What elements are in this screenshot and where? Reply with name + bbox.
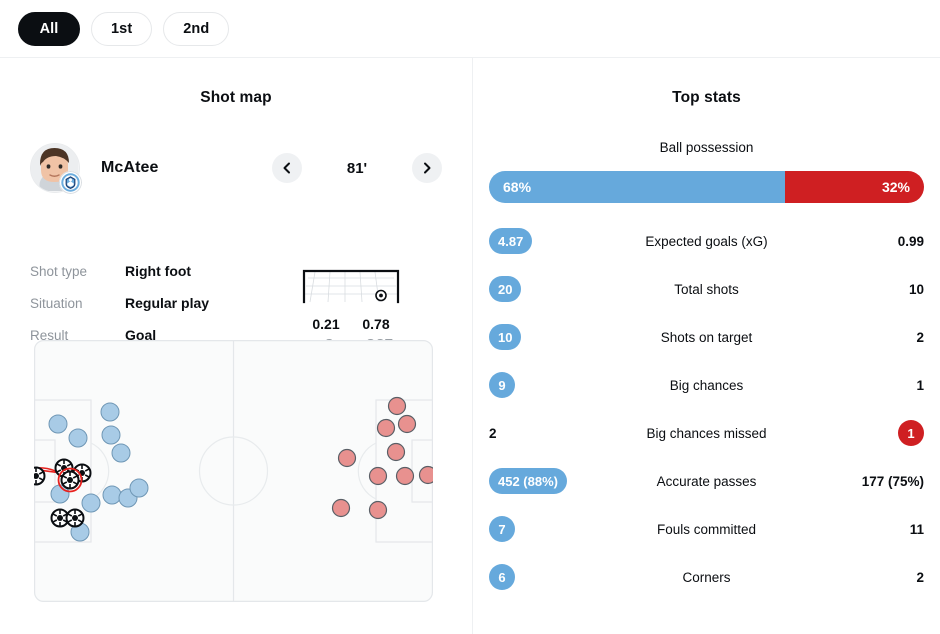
pitch-svg — [26, 340, 438, 602]
stat-row: 7 Fouls committed 11 — [473, 505, 940, 553]
period-filter-tabs: All 1st 2nd — [0, 0, 940, 58]
stat-plain-value: 2 — [916, 569, 924, 585]
stat-home-value: 4.87 — [489, 228, 609, 254]
stat-away-value: 1 — [804, 378, 924, 393]
stat-row: 20 Total shots 10 — [473, 265, 940, 313]
ball-possession-label: Ball possession — [659, 140, 754, 155]
possession-home-bar: 68% — [489, 171, 785, 203]
stat-home-value: 452 (88%) — [489, 468, 609, 494]
stat-pill: 1 — [898, 420, 924, 446]
shot-map-title: Shot map — [200, 89, 272, 106]
goal-ball-icon — [65, 508, 85, 528]
stat-home-value: 20 — [489, 276, 609, 302]
possession-away-bar: 32% — [784, 171, 924, 203]
stat-name: Shots on target — [660, 329, 753, 345]
stat-row: 10 Shots on target 2 — [473, 313, 940, 361]
stat-away-value: 177 (75%) — [804, 474, 924, 489]
pitch-shot-map[interactable] — [26, 340, 438, 607]
goal-frame-icon — [302, 269, 400, 304]
stat-pill: 20 — [489, 276, 522, 302]
match-stats-screen: All 1st 2nd Shot map McAtee 81' Shot typ… — [0, 0, 940, 634]
stat-name: Expected goals (xG) — [645, 233, 768, 249]
avatar — [30, 143, 82, 194]
possession-bar: 68% 32% — [489, 171, 924, 203]
stat-row: 452 (88%) Accurate passes 177 (75%) — [473, 457, 940, 505]
stat-plain-value: 2 — [916, 329, 924, 345]
panels-container: Shot map McAtee 81' Shot type Right foot… — [0, 58, 940, 634]
selected-goal-marker — [57, 467, 83, 493]
stat-name: Fouls committed — [656, 521, 757, 537]
situation-label: Situation — [30, 296, 83, 311]
stat-pill: 10 — [489, 324, 522, 350]
stat-row: 9 Big chances 1 — [473, 361, 940, 409]
stat-plain-value: 0.99 — [897, 233, 924, 249]
xg-value: 0.21 — [312, 316, 340, 332]
stat-row: 2 Big chances missed 1 — [473, 409, 940, 457]
next-shot-button[interactable] — [412, 153, 442, 183]
stat-home-value: 10 — [489, 324, 609, 350]
top-stats-title: Top stats — [672, 89, 741, 106]
shot-navigation: 81' — [272, 150, 442, 186]
stat-name: Big chances missed — [646, 425, 767, 441]
stat-away-value: 2 — [804, 570, 924, 585]
stat-away-value: 0.99 — [804, 234, 924, 249]
shot-type-label: Shot type — [30, 264, 88, 279]
stat-pill: 452 (88%) — [489, 468, 567, 494]
tab-1st[interactable]: 1st — [91, 11, 153, 46]
stat-away-value: 11 — [804, 522, 924, 537]
stats-list: 4.87 Expected goals (xG) 0.99 20 Total shots… — [473, 217, 940, 601]
player-header-row: McAtee 81' — [0, 138, 472, 198]
stat-pill: 4.87 — [489, 228, 533, 254]
stat-name: Total shots — [674, 281, 739, 297]
situation-value: Regular play — [125, 295, 210, 311]
possession-away-value: 32% — [881, 179, 910, 195]
stat-pill: 6 — [489, 564, 515, 590]
stat-pill: 7 — [489, 516, 515, 542]
top-stats-panel: Top stats Ball possession 68% 32% 4.87 Ex… — [473, 58, 940, 634]
tab-2nd-label: 2nd — [183, 20, 210, 37]
shot-map-panel: Shot map McAtee 81' Shot type Right foot… — [0, 58, 472, 634]
goal-ball-icon — [26, 466, 46, 486]
goal-placement-diagram: 0.21 xG 0.78 xGOT — [301, 268, 401, 351]
previous-shot-button[interactable] — [272, 153, 302, 183]
chevron-right-icon — [420, 161, 434, 175]
stat-home-value: 7 — [489, 516, 609, 542]
stat-plain-value: 177 (75%) — [861, 473, 924, 489]
stat-row: 6 Corners 2 — [473, 553, 940, 601]
stat-name: Corners — [682, 569, 731, 585]
stat-away-value: 1 — [804, 420, 924, 446]
stat-name: Big chances — [669, 377, 744, 393]
club-badge-icon — [59, 171, 82, 194]
situation-row: Situation Regular play — [30, 295, 290, 327]
stat-plain-value: 2 — [489, 425, 497, 441]
tab-2nd[interactable]: 2nd — [163, 11, 230, 46]
stat-home-value: 2 — [489, 426, 609, 441]
stat-name: Accurate passes — [656, 473, 757, 489]
shot-minute: 81' — [346, 159, 368, 177]
stat-pill: 9 — [489, 372, 515, 398]
tab-all[interactable]: All — [18, 11, 80, 46]
stat-away-value: 10 — [804, 282, 924, 297]
chevron-left-icon — [280, 161, 294, 175]
stat-away-value: 2 — [804, 330, 924, 345]
shot-type-row: Shot type Right foot — [30, 263, 290, 295]
player-name: McAtee — [101, 159, 159, 176]
stat-home-value: 9 — [489, 372, 609, 398]
possession-home-value: 68% — [503, 179, 532, 195]
stat-plain-value: 10 — [908, 281, 924, 297]
tab-all-label: All — [39, 20, 59, 37]
stat-plain-value: 11 — [909, 521, 924, 537]
shot-type-value: Right foot — [125, 263, 192, 279]
shot-placement-marker — [375, 289, 387, 302]
tab-1st-label: 1st — [111, 20, 133, 37]
xgot-value: 0.78 — [362, 316, 390, 332]
stat-home-value: 6 — [489, 564, 609, 590]
stat-plain-value: 1 — [916, 377, 924, 393]
stat-row: 4.87 Expected goals (xG) 0.99 — [473, 217, 940, 265]
